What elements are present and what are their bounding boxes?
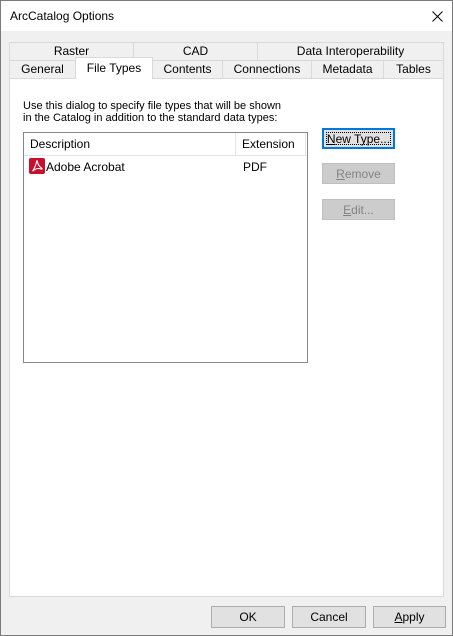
accel-key: E	[343, 202, 352, 217]
list-item[interactable]: Adobe Acrobat PDF	[26, 158, 305, 176]
instructions-line: Use this dialog to specify file types th…	[23, 100, 282, 112]
file-types-panel: Use this dialog to specify file types th…	[9, 78, 444, 597]
remove-button[interactable]: Remove	[322, 163, 395, 184]
tab-connections[interactable]: Connections	[222, 60, 312, 78]
edit-button[interactable]: Edit...	[322, 199, 395, 220]
tab-metadata[interactable]: Metadata	[311, 60, 384, 78]
ok-button[interactable]: OK	[211, 606, 285, 628]
column-header-description[interactable]: Description	[24, 133, 236, 155]
dialog-footer: OK Cancel Apply	[1, 599, 452, 635]
close-button[interactable]	[422, 1, 452, 31]
new-type-button[interactable]: New Type...	[322, 128, 395, 149]
tab-label: Metadata	[322, 62, 373, 76]
button-label: dit...	[351, 202, 374, 217]
tab-contents[interactable]: Contents	[152, 60, 223, 78]
window-title: ArcCatalog Options	[10, 9, 115, 23]
close-icon	[431, 10, 443, 22]
button-label: OK	[239, 610, 257, 624]
column-label: Extension	[242, 137, 295, 151]
tab-data-interoperability[interactable]: Data Interoperability	[257, 42, 444, 60]
title-bar: ArcCatalog Options	[1, 1, 452, 31]
options-dialog: ArcCatalog Options Raster CAD Data Inter…	[0, 0, 453, 636]
column-label: Description	[30, 137, 91, 151]
button-label: pply	[402, 610, 425, 624]
pdf-icon	[29, 158, 45, 174]
row-extension: PDF	[243, 160, 267, 174]
tab-label: General	[21, 62, 64, 76]
instructions-line: in the Catalog in addition to the standa…	[23, 112, 278, 124]
tab-file-types[interactable]: File Types	[75, 57, 153, 79]
focus-rect	[326, 132, 391, 145]
column-header-extension[interactable]: Extension	[236, 133, 306, 155]
tab-label: Raster	[53, 44, 90, 58]
tab-general[interactable]: General	[9, 60, 76, 78]
button-label: emove	[344, 166, 381, 181]
row-description: Adobe Acrobat	[46, 160, 125, 174]
accel-key: R	[336, 166, 345, 181]
tab-label: Tables	[396, 62, 431, 76]
tab-label: File Types	[86, 61, 142, 75]
apply-button[interactable]: Apply	[373, 606, 446, 628]
tab-label: Data Interoperability	[296, 44, 405, 58]
tab-label: Contents	[163, 62, 212, 76]
tab-tables[interactable]: Tables	[383, 60, 444, 78]
button-label: Cancel	[310, 610, 348, 624]
cancel-button[interactable]: Cancel	[292, 606, 366, 628]
tab-label: CAD	[182, 44, 209, 58]
instructions-text: Use this dialog to specify file types th…	[23, 100, 313, 124]
list-header: Description Extension	[24, 133, 307, 156]
file-types-list[interactable]: Description Extension Adobe Acrobat PDF	[23, 132, 308, 363]
tab-label: Connections	[233, 62, 301, 76]
accel-key: A	[394, 610, 403, 624]
